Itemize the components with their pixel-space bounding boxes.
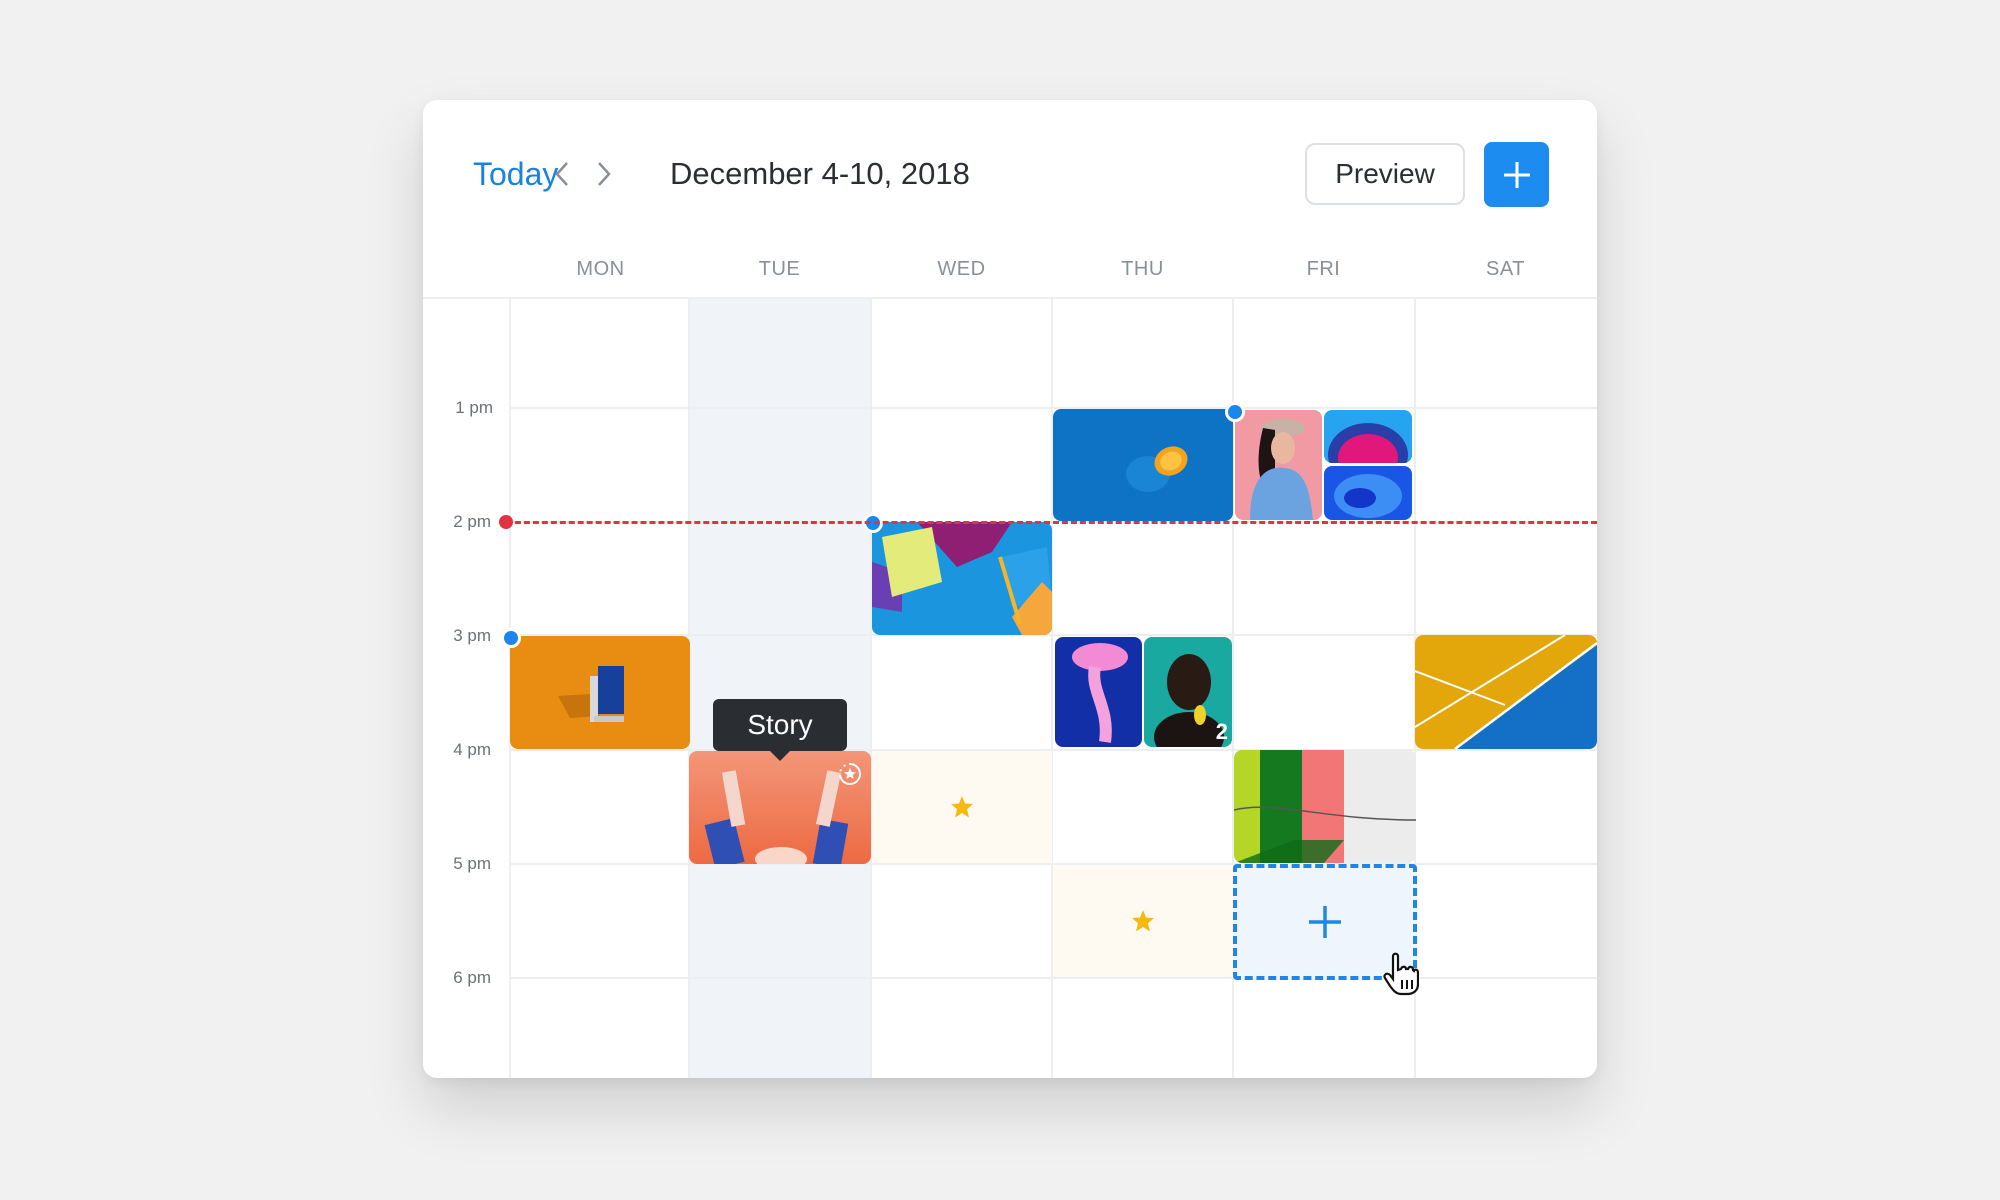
current-time-dot: [499, 515, 513, 529]
today-button[interactable]: Today: [473, 156, 558, 193]
day-header-thu: THU: [1121, 258, 1164, 280]
add-post-button[interactable]: [1484, 142, 1549, 207]
hand-cursor-icon: [1383, 952, 1419, 996]
day-header-fri: FRI: [1306, 258, 1341, 280]
star-icon: [951, 796, 973, 818]
time-label-3pm: 3 pm: [453, 626, 491, 645]
best-time-slot[interactable]: [1053, 865, 1233, 977]
star-icon: [1132, 910, 1154, 932]
day-header-sat: SAT: [1486, 258, 1525, 280]
date-range-title: December 4-10, 2018: [670, 156, 970, 191]
hour-line: [510, 977, 1597, 979]
post-thumbnail-blue-orange[interactable]: [1053, 409, 1233, 521]
column-line: [870, 298, 872, 1078]
time-label-5pm: 5 pm: [453, 854, 491, 873]
hour-line: [510, 407, 1597, 409]
more-count-badge: 2: [1215, 719, 1228, 744]
selected-day-column: [689, 298, 871, 1078]
chevron-right-icon: [598, 162, 611, 186]
preview-button[interactable]: Preview: [1305, 143, 1465, 205]
story-tooltip: Story: [713, 699, 847, 761]
day-header-mon: MON: [576, 258, 625, 280]
next-week-button[interactable]: [589, 156, 619, 192]
time-label-2pm: 2 pm: [453, 512, 491, 531]
post-thumbnail-pink-blue-ink[interactable]: [1324, 410, 1412, 463]
prev-week-button[interactable]: [547, 156, 577, 192]
current-time-line: [506, 521, 1597, 524]
story-thumbnail-raised-hands[interactable]: [689, 751, 871, 864]
post-thumbnail-pink-woman-cap[interactable]: [1235, 410, 1322, 520]
scheduled-dot: [1225, 402, 1245, 422]
scheduled-dot: [501, 628, 521, 648]
post-thumbnail-sports-court[interactable]: [1415, 635, 1597, 749]
time-label-1pm: 1 pm: [455, 398, 493, 417]
day-header-tue: TUE: [758, 258, 801, 280]
post-thumbnail-paper-envelopes[interactable]: [872, 522, 1052, 635]
plus-icon: [1503, 161, 1530, 188]
hour-line: [510, 749, 1597, 751]
calendar-card: Today December 4-10, 2018 Preview MON TU…: [423, 100, 1597, 1078]
day-header-wed: WED: [937, 258, 986, 280]
chevron-left-icon: [555, 162, 568, 186]
post-thumbnail-blue-ink[interactable]: [1324, 466, 1412, 520]
post-thumbnail-colored-wall[interactable]: [1234, 750, 1416, 863]
post-thumbnail-jellyfish[interactable]: [1055, 637, 1142, 747]
story-ring-icon: [839, 763, 861, 785]
plus-icon: [1309, 906, 1341, 938]
time-label-6pm: 6 pm: [453, 968, 491, 987]
header-divider: [423, 297, 1597, 299]
time-label-4pm: 4 pm: [453, 740, 491, 759]
best-time-slot[interactable]: [872, 751, 1052, 863]
post-thumbnail-orange-book[interactable]: [510, 636, 690, 749]
post-thumbnail-portrait-woman[interactable]: 2: [1144, 637, 1232, 747]
